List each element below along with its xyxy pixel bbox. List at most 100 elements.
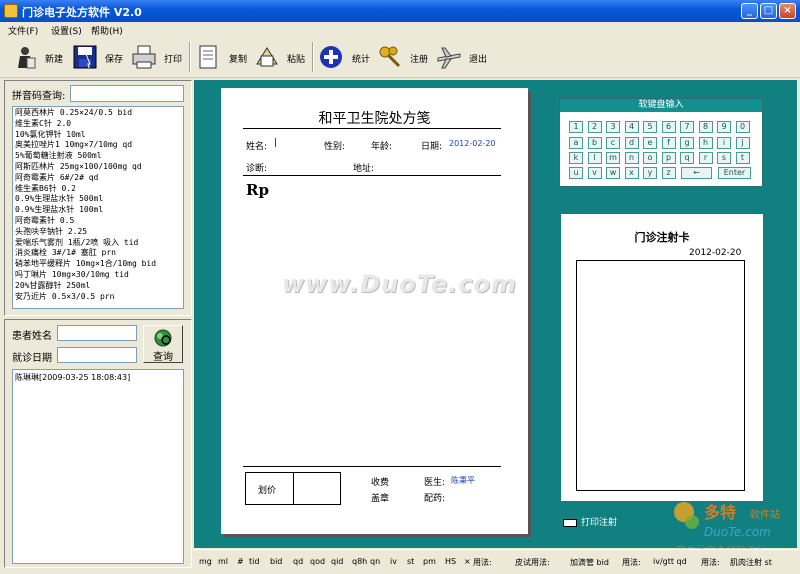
menu-settings[interactable]: 设置(S) <box>51 24 82 37</box>
list-item[interactable]: 维生素C针 2.0 <box>15 119 181 130</box>
key-r[interactable]: r <box>698 152 713 164</box>
new-prescription-icon[interactable] <box>12 44 38 70</box>
key-0[interactable]: 0 <box>735 121 750 133</box>
key-h[interactable]: h <box>698 136 713 149</box>
usage2-label[interactable]: 用法: <box>622 557 641 568</box>
list-item[interactable]: 陈琳琳[2009-03-25 18:08:43] <box>15 372 181 383</box>
abbr-button-7[interactable]: qid <box>331 557 343 566</box>
enter-key[interactable]: Enter <box>718 167 751 179</box>
key-c[interactable]: c <box>606 136 620 149</box>
print-injection-link[interactable]: 打印注射 <box>563 515 617 528</box>
key-s[interactable]: s <box>717 152 731 164</box>
visit-history-list[interactable]: 陈琳琳[2009-03-25 18:08:43] <box>12 369 184 564</box>
abbr-button-8[interactable]: q8h <box>352 557 367 566</box>
abbr-button-12[interactable]: pm <box>423 557 436 566</box>
abbr-button-0[interactable]: mg <box>199 557 212 566</box>
exit-button-label[interactable]: 退出 <box>469 52 487 65</box>
key-v[interactable]: v <box>587 167 602 179</box>
key-w[interactable]: w <box>606 167 620 179</box>
backspace-key[interactable]: ← <box>681 167 712 179</box>
key-n[interactable]: n <box>624 152 639 164</box>
abbr-button-5[interactable]: qd <box>293 557 303 566</box>
airplane-icon[interactable] <box>436 44 462 70</box>
im-usage[interactable]: 肌肉注射 st <box>730 557 772 568</box>
abbr-button-9[interactable]: qn <box>370 557 380 566</box>
key-q[interactable]: q <box>680 152 694 164</box>
ivgtt-usage[interactable]: iv/gtt qd <box>653 557 687 566</box>
print-injection-label[interactable]: 打印注射 <box>581 518 617 528</box>
list-item[interactable]: 阿奇霉素片 6#/2# qd <box>15 173 181 184</box>
maximize-button[interactable]: □ <box>760 3 777 19</box>
list-item[interactable]: 0.9%生理盐水针 500ml <box>15 194 181 205</box>
key-b[interactable]: b <box>587 136 602 149</box>
abbr-button-13[interactable]: HS <box>445 557 456 566</box>
key-i[interactable]: i <box>717 136 731 149</box>
list-item[interactable]: 维生素B6针 0.2 <box>15 184 181 195</box>
close-button[interactable]: × <box>779 3 796 19</box>
paste-icon[interactable] <box>254 44 280 70</box>
key-3[interactable]: 3 <box>606 121 620 133</box>
key-l[interactable]: l <box>587 152 602 164</box>
menu-file[interactable]: 文件(F) <box>8 24 38 37</box>
name-input[interactable]: | <box>274 138 277 148</box>
list-item[interactable]: 安乃近片 0.5×3/0.5 prn <box>15 292 181 303</box>
key-5[interactable]: 5 <box>643 121 657 133</box>
list-item[interactable]: 奥美拉唑片1 10mg×7/10mg qd <box>15 140 181 151</box>
key-6[interactable]: 6 <box>661 121 676 133</box>
pinyin-search-input[interactable] <box>70 85 184 102</box>
list-item[interactable]: 5%葡萄糖注射液 500ml <box>15 151 181 162</box>
patient-name-input[interactable] <box>57 325 137 341</box>
key-4[interactable]: 4 <box>624 121 639 133</box>
key-m[interactable]: m <box>606 152 620 164</box>
paste-button-label[interactable]: 粘贴 <box>287 52 305 65</box>
key-u[interactable]: u <box>569 167 583 179</box>
abbr-button-14[interactable]: × <box>464 557 471 566</box>
key-8[interactable]: 8 <box>698 121 713 133</box>
new-button-label[interactable]: 新建 <box>45 52 63 65</box>
abbr-button-10[interactable]: iv <box>390 557 397 566</box>
key-x[interactable]: x <box>624 167 639 179</box>
list-item[interactable]: 爱喘乐气雾剂 1瓶/2喷 吸入 tid <box>15 238 181 249</box>
injection-card-body[interactable] <box>576 260 745 491</box>
abbr-button-2[interactable]: # <box>237 557 244 566</box>
list-item[interactable]: 阿莫西林片 0.25×24/0.5 bid <box>15 108 181 119</box>
stats-button-label[interactable]: 统计 <box>352 52 370 65</box>
key-z[interactable]: z <box>661 167 676 179</box>
date-value[interactable]: 2012-02-20 <box>449 139 496 148</box>
key-2[interactable]: 2 <box>587 121 602 133</box>
copy-button-label[interactable]: 复制 <box>229 52 247 65</box>
usage-label[interactable]: 用法: <box>473 557 492 568</box>
key-f[interactable]: f <box>661 136 676 149</box>
key-e[interactable]: e <box>643 136 657 149</box>
print-button-label[interactable]: 打印 <box>164 52 182 65</box>
key-p[interactable]: p <box>661 152 676 164</box>
prescription-body[interactable] <box>243 203 501 463</box>
key-7[interactable]: 7 <box>680 121 694 133</box>
visit-date-input[interactable] <box>57 347 137 363</box>
abbr-button-4[interactable]: bid <box>270 557 282 566</box>
abbr-button-1[interactable]: ml <box>218 557 228 566</box>
key-d[interactable]: d <box>624 136 639 149</box>
register-button-label[interactable]: 注册 <box>410 52 428 65</box>
list-item[interactable]: 10%氯化钾针 10ml <box>15 130 181 141</box>
printer-icon[interactable] <box>131 44 157 70</box>
list-item[interactable]: 硝苯地平缓释片 10mg×1合/10mg bid <box>15 259 181 270</box>
list-item[interactable]: 消炎痛栓 3#/1# 塞肛 prn <box>15 248 181 259</box>
minimize-button[interactable]: _ <box>741 3 758 19</box>
key-j[interactable]: j <box>735 136 750 149</box>
list-item[interactable]: 阿奇霉素针 0.5 <box>15 216 181 227</box>
key-a[interactable]: a <box>569 136 583 149</box>
abbr-button-6[interactable]: qod <box>310 557 325 566</box>
list-item[interactable]: 0.9%生理盐水针 100ml <box>15 205 181 216</box>
save-button-label[interactable]: 保存 <box>105 52 123 65</box>
doctor-value[interactable]: 陈秉平 <box>451 475 475 486</box>
drip-usage[interactable]: 加滴管 bid <box>570 557 609 568</box>
usage3-label[interactable]: 用法: <box>701 557 720 568</box>
title-bar[interactable]: 门诊电子处方软件 V2.0 _ □ × <box>0 0 800 22</box>
key-1[interactable]: 1 <box>569 121 583 133</box>
abbr-button-3[interactable]: tid <box>249 557 259 566</box>
key-g[interactable]: g <box>680 136 694 149</box>
plus-circle-icon[interactable] <box>318 44 344 70</box>
save-icon[interactable] <box>72 44 98 70</box>
query-button[interactable]: 查询 <box>143 325 183 363</box>
